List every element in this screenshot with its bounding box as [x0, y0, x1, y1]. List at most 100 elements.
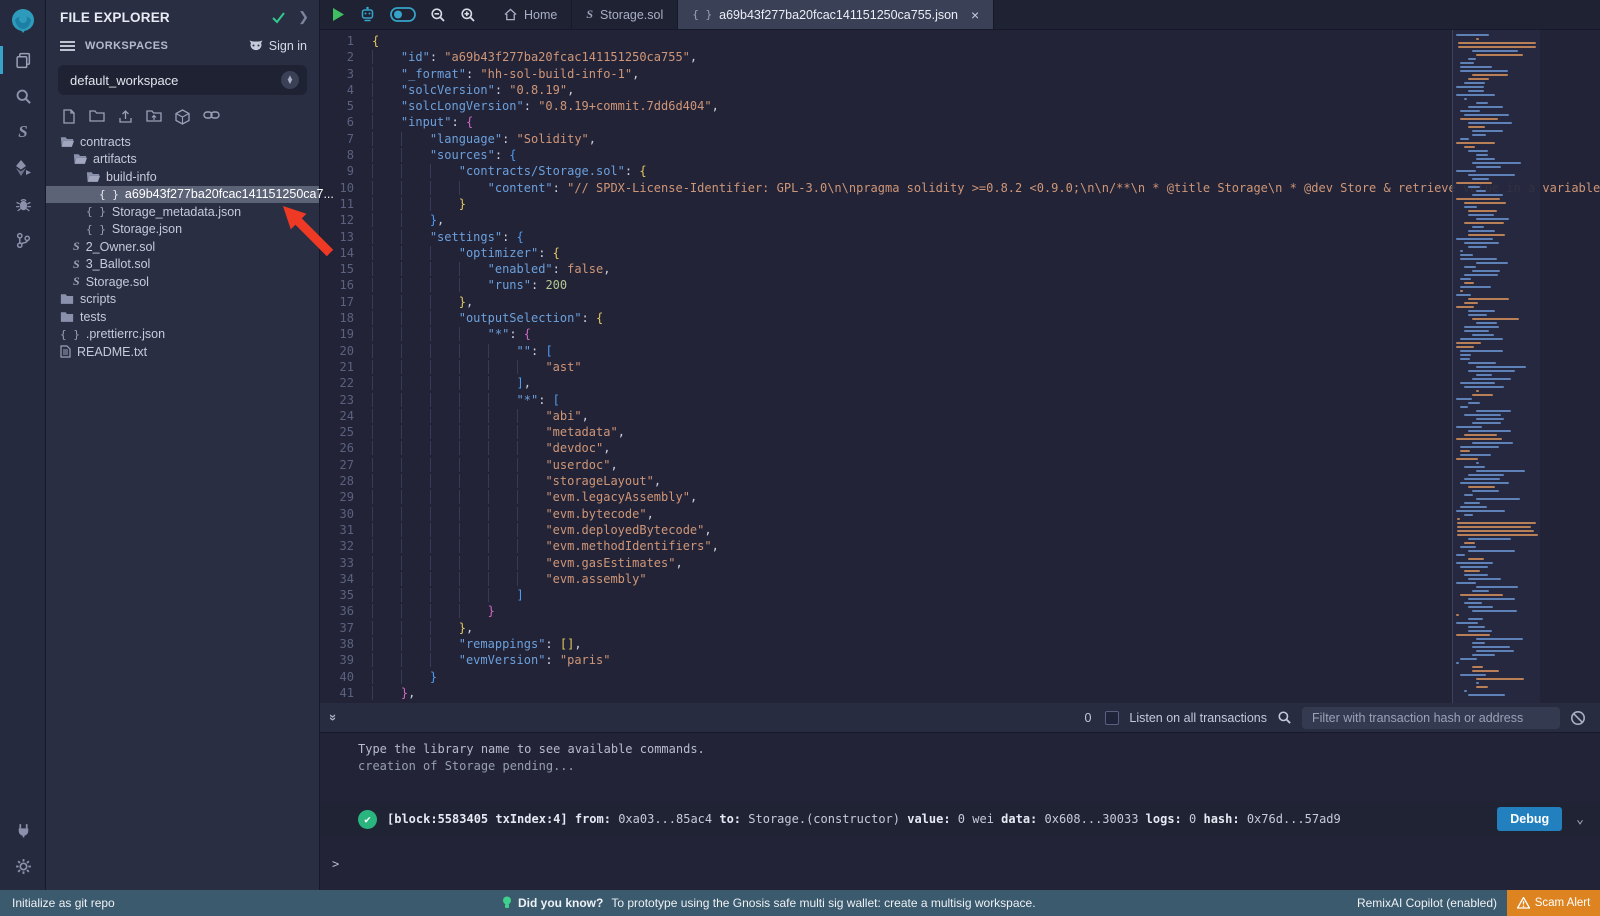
terminal-info-line: creation of Storage pending... — [320, 758, 1600, 775]
terminal-header: » 0 Listen on all transactions — [320, 703, 1600, 733]
code-line-29: 29 "evm.legacyAssembly", — [320, 489, 1600, 505]
search-icon[interactable] — [0, 78, 46, 114]
tree-item-2-owner-sol[interactable]: S2_Owner.sol — [46, 238, 319, 256]
collapse-terminal-icon[interactable]: » — [326, 714, 341, 721]
tree-item-contracts[interactable]: contracts — [46, 133, 319, 151]
scam-alert-button[interactable]: Scam Alert — [1507, 890, 1600, 916]
editor[interactable]: Home S Storage.sol { } a69b43f277ba20fca… — [320, 0, 1600, 703]
tree-item-readme-txt[interactable]: README.txt — [46, 343, 319, 361]
tree-item-storage-json[interactable]: { }Storage.json — [46, 221, 319, 239]
code-line-2: 2 "id": "a69b43f277ba20fcac141151250ca75… — [320, 49, 1600, 65]
tab-home[interactable]: Home — [490, 0, 572, 29]
plugin-manager-icon[interactable] — [0, 812, 46, 848]
search-icon[interactable] — [1277, 710, 1292, 725]
code-line-27: 27 "userdoc", — [320, 457, 1600, 473]
zoom-out-icon[interactable] — [430, 7, 446, 23]
file-explorer-icon[interactable] — [0, 42, 46, 78]
code-lines: 1{2 "id": "a69b43f277ba20fcac141151250ca… — [320, 30, 1600, 701]
upload-folder-icon[interactable] — [146, 109, 162, 125]
settings-icon[interactable] — [0, 848, 46, 884]
file-tree: contractsartifactsbuild-info{ }a69b43f27… — [46, 133, 319, 361]
file-explorer-panel: FILE EXPLORER ❯ WORKSPACES Sign in defau… — [46, 0, 320, 890]
debugger-icon[interactable] — [0, 186, 46, 222]
new-folder-icon[interactable] — [89, 109, 105, 125]
run-script-icon[interactable] — [332, 7, 345, 22]
tree-item-tests[interactable]: tests — [46, 308, 319, 326]
chevron-right-icon[interactable]: ❯ — [298, 9, 309, 25]
transaction-filter-input[interactable] — [1302, 707, 1560, 729]
sign-in-button[interactable]: Sign in — [248, 39, 307, 53]
tree-item-build-info[interactable]: build-info — [46, 168, 319, 186]
code-line-16: 16 "runs": 200 — [320, 277, 1600, 293]
new-file-icon[interactable] — [62, 109, 76, 125]
listen-label: Listen on all transactions — [1129, 711, 1267, 725]
tab-label: Home — [524, 8, 557, 22]
copilot-status[interactable]: RemixAI Copilot (enabled) — [1357, 896, 1497, 910]
code-line-22: 22 ], — [320, 375, 1600, 391]
deploy-run-icon[interactable] — [0, 150, 46, 186]
code-line-24: 24 "abi", — [320, 408, 1600, 424]
tree-item-artifacts[interactable]: artifacts — [46, 151, 319, 169]
code-line-28: 28 "storageLayout", — [320, 473, 1600, 489]
tree-item-storage-sol[interactable]: SStorage.sol — [46, 273, 319, 291]
editor-tabbar: Home S Storage.sol { } a69b43f277ba20fca… — [320, 0, 1600, 30]
tree-item-storage-metadata-json[interactable]: { }Storage_metadata.json — [46, 203, 319, 221]
panel-title: FILE EXPLORER — [60, 10, 271, 25]
code-line-32: 32 "evm.methodIdentifiers", — [320, 538, 1600, 554]
code-line-4: 4 "solcVersion": "0.8.19", — [320, 82, 1600, 98]
listen-checkbox[interactable] — [1105, 711, 1119, 725]
code-line-12: 12 }, — [320, 212, 1600, 228]
debug-button[interactable]: Debug — [1497, 807, 1562, 831]
tab-label: a69b43f277ba20fcac141151250ca755.json — [719, 8, 958, 22]
check-icon[interactable] — [271, 11, 286, 24]
zoom-in-icon[interactable] — [460, 7, 476, 23]
menu-icon[interactable] — [60, 40, 75, 52]
code-line-35: 35 ] — [320, 587, 1600, 603]
cube-icon[interactable] — [175, 109, 190, 125]
code-line-34: 34 "evm.assembly" — [320, 571, 1600, 587]
code-editor[interactable]: 1{2 "id": "a69b43f277ba20fcac141151250ca… — [320, 30, 1600, 703]
scam-alert-label: Scam Alert — [1535, 897, 1591, 909]
code-line-1: 1{ — [320, 33, 1600, 49]
link-icon[interactable] — [203, 109, 220, 125]
code-line-15: 15 "enabled": false, — [320, 261, 1600, 277]
solidity-compiler-icon[interactable]: S — [0, 114, 46, 150]
code-line-17: 17 }, — [320, 294, 1600, 310]
expand-log-chevron-icon[interactable]: ⌄ — [1576, 812, 1584, 827]
tree-item--prettierrc-json[interactable]: { }.prettierrc.json — [46, 326, 319, 344]
workspaces-label: WORKSPACES — [85, 40, 248, 52]
tab-build-info-json[interactable]: { } a69b43f277ba20fcac141151250ca755.jso… — [678, 0, 994, 29]
code-line-38: 38 "remappings": [], — [320, 636, 1600, 652]
code-line-36: 36 } — [320, 603, 1600, 619]
transaction-log-row[interactable]: ✔ [block:5583405 txIndex:4] from: 0xa03.… — [320, 802, 1600, 836]
close-tab-icon[interactable]: × — [971, 7, 979, 23]
transaction-log-text: [block:5583405 txIndex:4] from: 0xa03...… — [387, 812, 1341, 826]
code-line-23: 23 "*": [ — [320, 392, 1600, 408]
code-line-40: 40 } — [320, 669, 1600, 685]
code-line-20: 20 "": [ — [320, 343, 1600, 359]
did-you-know-tip: Did you know? To prototype using the Gno… — [502, 896, 1036, 910]
transaction-count: 0 — [1084, 711, 1091, 725]
remix-logo[interactable] — [0, 0, 46, 42]
code-line-10: 10 "content": "// SPDX-License-Identifie… — [320, 180, 1600, 196]
code-line-30: 30 "evm.bytecode", — [320, 506, 1600, 522]
tip-text: To prototype using the Gnosis safe multi… — [611, 896, 1035, 910]
clear-console-icon[interactable] — [1570, 710, 1586, 726]
copilot-toggle[interactable] — [390, 7, 416, 22]
terminal-prompt[interactable]: > — [332, 857, 339, 871]
minimap[interactable] — [1452, 30, 1540, 703]
git-icon[interactable] — [0, 222, 46, 258]
status-bar: Initialize as git repo Did you know? To … — [0, 890, 1600, 916]
code-line-41: 41 }, — [320, 685, 1600, 701]
tree-item-3-ballot-sol[interactable]: S3_Ballot.sol — [46, 256, 319, 274]
workspace-select[interactable]: default_workspace ▲▼ — [58, 65, 307, 95]
upload-file-icon[interactable] — [118, 109, 133, 125]
remixai-robot-icon[interactable] — [359, 6, 376, 23]
tree-item-a69b43f277ba20fcac141151250ca7-[interactable]: { }a69b43f277ba20fcac141151250ca7... — [46, 186, 319, 204]
code-line-3: 3 "_format": "hh-sol-build-info-1", — [320, 66, 1600, 82]
tab-storage-sol[interactable]: S Storage.sol — [572, 0, 678, 29]
terminal-body[interactable]: Type the library name to see available c… — [320, 733, 1600, 889]
tab-label: Storage.sol — [600, 8, 663, 22]
git-init-status[interactable]: Initialize as git repo — [12, 896, 115, 910]
tree-item-scripts[interactable]: scripts — [46, 291, 319, 309]
